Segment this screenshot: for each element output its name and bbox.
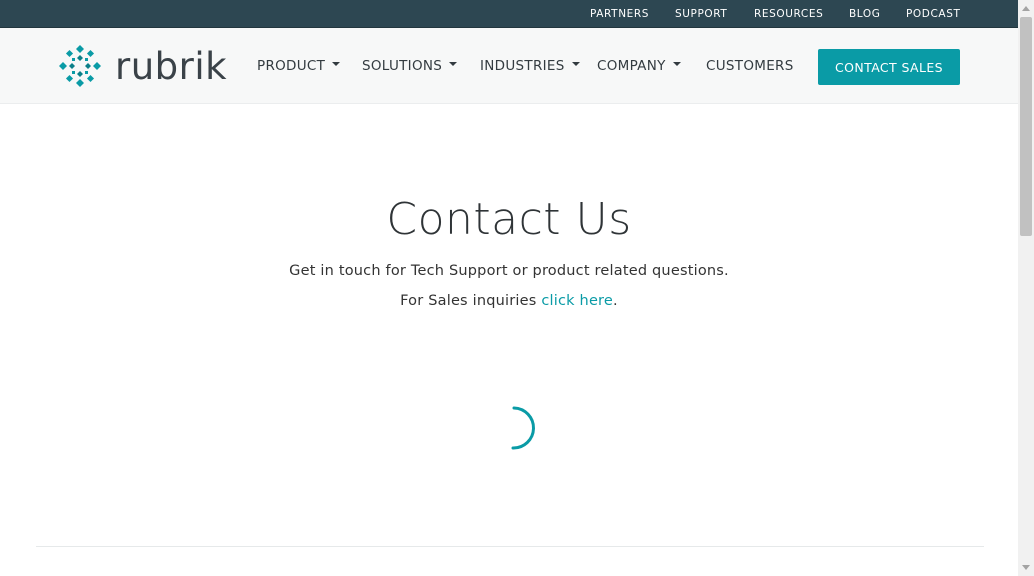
chevron-down-icon <box>332 62 341 66</box>
nav-company-label: COMPANY <box>597 58 666 74</box>
loading-spinner-icon <box>511 406 535 450</box>
topbar-link-support[interactable]: SUPPORT <box>675 8 727 20</box>
nav-industries[interactable]: INDUSTRIES <box>480 58 580 74</box>
nav-product[interactable]: PRODUCT <box>257 58 341 74</box>
sales-inquiry-suffix: . <box>613 293 618 309</box>
chevron-down-icon <box>672 62 681 66</box>
main-header: rubrik PRODUCT SOLUTIONS INDUSTRIES COMP… <box>0 28 1018 104</box>
nav-company[interactable]: COMPANY <box>597 58 681 74</box>
nav-solutions-label: SOLUTIONS <box>362 58 443 74</box>
topbar-link-partners[interactable]: PARTNERS <box>590 8 649 20</box>
contact-sales-button[interactable]: CONTACT SALES <box>818 49 960 85</box>
topbar-link-blog[interactable]: BLOG <box>849 8 880 20</box>
topbar-link-resources[interactable]: RESOURCES <box>754 8 823 20</box>
nav-industries-label: INDUSTRIES <box>480 58 565 74</box>
nav-customers[interactable]: CUSTOMERS <box>706 58 794 74</box>
scrollbar-thumb[interactable] <box>1020 17 1032 236</box>
chevron-down-icon <box>571 62 580 66</box>
utility-bar: PARTNERS SUPPORT RESOURCES BLOG PODCAST <box>0 0 1018 28</box>
scroll-down-arrow-icon[interactable] <box>1022 565 1030 570</box>
nav-solutions[interactable]: SOLUTIONS <box>362 58 458 74</box>
sales-click-here-link[interactable]: click here <box>541 293 613 309</box>
chevron-down-icon <box>449 62 458 66</box>
topbar-link-podcast[interactable]: PODCAST <box>906 8 960 20</box>
rubrik-logo-icon <box>59 45 101 87</box>
page-scrollbar[interactable] <box>1018 0 1034 576</box>
sales-inquiry-prefix: For Sales inquiries <box>400 293 542 309</box>
scroll-up-arrow-icon[interactable] <box>1022 6 1030 11</box>
nav-product-label: PRODUCT <box>257 58 326 74</box>
page-title: Contact Us <box>386 194 632 245</box>
content-divider <box>36 546 984 547</box>
logo-wordmark: rubrik <box>115 45 228 88</box>
sales-inquiry-line: For Sales inquiries click here. <box>0 292 1018 310</box>
page-subtitle: Get in touch for Tech Support or product… <box>289 263 729 279</box>
nav-customers-label: CUSTOMERS <box>706 58 794 74</box>
contact-sales-label: CONTACT SALES <box>835 59 943 75</box>
